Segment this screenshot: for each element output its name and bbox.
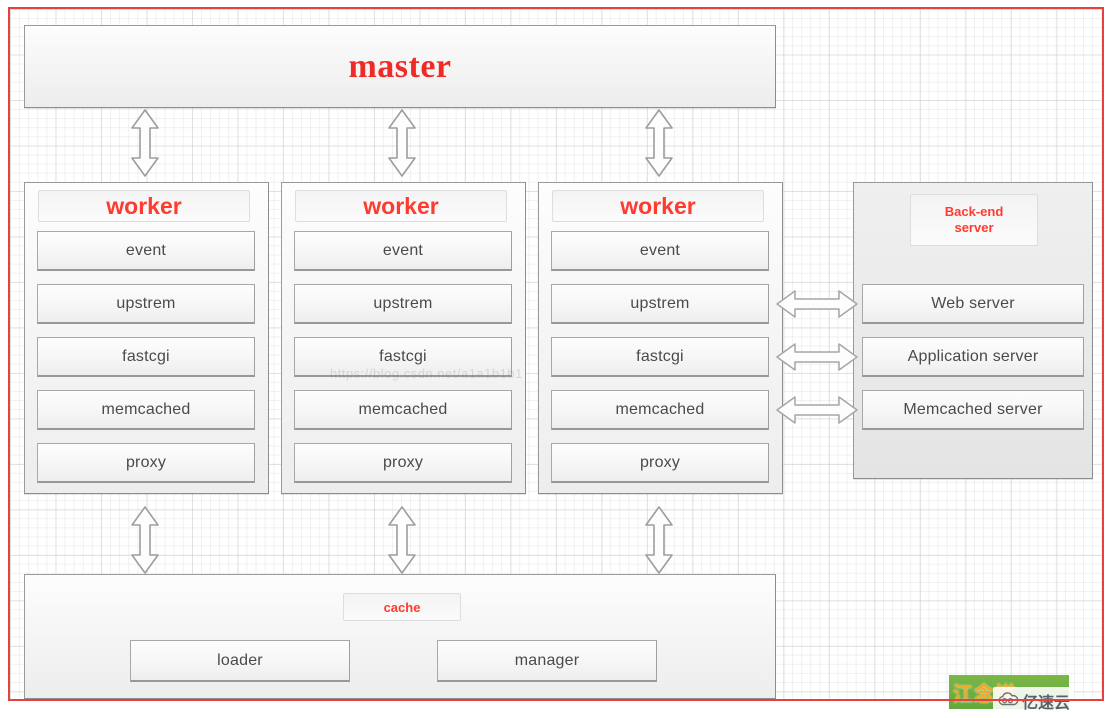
module-label: proxy (382, 453, 424, 471)
module-label: event (125, 241, 167, 259)
module-label: event (382, 241, 424, 259)
arrow-memcached-to-memcached-server (775, 394, 859, 426)
worker-title-plate-2: worker (295, 190, 507, 222)
arrow-master-to-worker-2 (386, 108, 418, 178)
module-label: event (639, 241, 681, 259)
backend-server-label: Web server (931, 294, 1015, 312)
module-label: upstrem (373, 294, 433, 312)
arrow-worker-to-cache-3 (643, 505, 675, 575)
worker1-module-upstrem[interactable]: upstrem (37, 284, 255, 324)
module-label: fastcgi (122, 347, 170, 365)
worker3-module-upstrem[interactable]: upstrem (551, 284, 769, 324)
worker3-module-proxy[interactable]: proxy (551, 443, 769, 483)
worker2-module-event[interactable]: event (294, 231, 512, 271)
worker3-module-memcached[interactable]: memcached (551, 390, 769, 430)
module-label: memcached (101, 400, 191, 418)
master-box[interactable]: master (24, 25, 776, 108)
worker2-module-proxy[interactable]: proxy (294, 443, 512, 483)
module-label: proxy (125, 453, 167, 471)
backend-server-label: Application server (907, 347, 1039, 365)
cache-manager-process[interactable]: manager (437, 640, 657, 682)
cache-process-label: manager (514, 651, 580, 669)
arrow-worker-to-cache-1 (129, 505, 161, 575)
module-label: upstrem (116, 294, 176, 312)
backend-memcached-server[interactable]: Memcached server (862, 390, 1084, 430)
backend-title-line-2: server (954, 220, 994, 235)
backend-web-server[interactable]: Web server (862, 284, 1084, 324)
worker3-module-event[interactable]: event (551, 231, 769, 271)
logo-cloud-badge: 亿速云 (993, 687, 1075, 715)
arrow-upstrem-to-web-server (775, 288, 859, 320)
arrow-worker-to-cache-2 (386, 505, 418, 575)
arrow-master-to-worker-3 (643, 108, 675, 178)
worker1-module-fastcgi[interactable]: fastcgi (37, 337, 255, 377)
worker-title-plate-1: worker (38, 190, 250, 222)
worker-title-2: worker (363, 192, 439, 219)
module-label: fastcgi (636, 347, 684, 365)
worker-title-3: worker (620, 192, 696, 219)
cloud-icon (997, 691, 1019, 711)
module-label: proxy (639, 453, 681, 471)
backend-server-title-plate: Back-end server (910, 194, 1038, 246)
worker1-module-memcached[interactable]: memcached (37, 390, 255, 430)
worker-title-plate-3: worker (552, 190, 764, 222)
backend-application-server[interactable]: Application server (862, 337, 1084, 377)
worker1-module-proxy[interactable]: proxy (37, 443, 255, 483)
arrow-fastcgi-to-application-server (775, 341, 859, 373)
worker1-module-event[interactable]: event (37, 231, 255, 271)
backend-title-line-1: Back-end (944, 203, 1004, 219)
module-label: memcached (615, 400, 705, 418)
cache-title: cache (383, 599, 421, 615)
cache-title-plate: cache (343, 593, 461, 621)
logo-cloud-text: 亿速云 (1022, 693, 1071, 712)
worker2-module-upstrem[interactable]: upstrem (294, 284, 512, 324)
worker3-module-fastcgi[interactable]: fastcgi (551, 337, 769, 377)
arrow-master-to-worker-1 (129, 108, 161, 178)
module-label: upstrem (630, 294, 690, 312)
worker-title-1: worker (106, 192, 182, 219)
worker2-module-memcached[interactable]: memcached (294, 390, 512, 430)
cache-process-label: loader (217, 651, 263, 669)
worker2-module-fastcgi[interactable]: fastcgi (294, 337, 512, 377)
module-label: fastcgi (379, 347, 427, 365)
master-label: master (348, 47, 452, 85)
diagram-canvas: master worker event upstrem fastcgi memc… (0, 0, 1113, 718)
backend-server-label: Memcached server (903, 400, 1043, 418)
site-logo-watermark: 江念祺 亿速云 (949, 675, 1105, 715)
cache-loader-process[interactable]: loader (130, 640, 350, 682)
module-label: memcached (358, 400, 448, 418)
